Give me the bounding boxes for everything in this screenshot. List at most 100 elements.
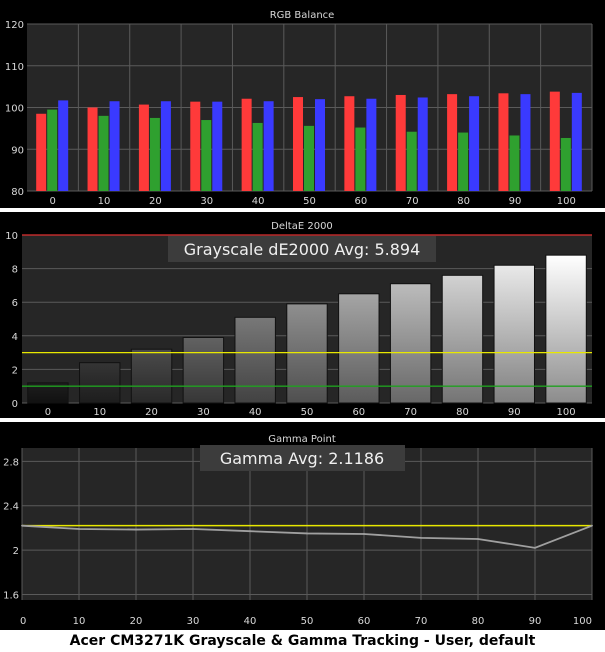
gamma-x-tick-label: 0: [20, 616, 26, 627]
rgb-bar-blue: [263, 101, 274, 191]
deltae-x-tick-label: 0: [45, 407, 51, 418]
rgb-x-tick-label: 60: [354, 196, 367, 207]
deltae-x-tick-label: 60: [352, 407, 365, 418]
rgb-x-tick-label: 90: [509, 196, 522, 207]
deltae-bar: [493, 264, 535, 404]
rgb-bar-red: [293, 97, 303, 191]
rgb-y-tick-label: 120: [5, 20, 24, 31]
gamma-data-point: [477, 538, 479, 540]
gamma-data-point: [363, 533, 365, 535]
gamma-x-tick-label: 40: [244, 616, 257, 627]
gamma-x-tick-label: 60: [358, 616, 371, 627]
rgb-bar-green: [201, 120, 212, 191]
gamma-x-tick-label: 70: [415, 616, 428, 627]
rgb-x-tick-label: 0: [49, 196, 55, 207]
gamma-data-point: [534, 546, 536, 549]
rgb-bar-green: [47, 109, 58, 191]
deltae-x-tick-label: 100: [557, 407, 576, 418]
deltae-bar: [79, 362, 121, 404]
deltae-x-tick-label: 20: [145, 407, 158, 418]
deltae-bar: [389, 283, 432, 404]
rgb-x-tick-label: 70: [406, 196, 419, 207]
deltae-y-tick-label: 10: [5, 231, 18, 242]
rgb-bar-red: [87, 107, 98, 191]
rgb-bar-red: [498, 93, 509, 191]
gamma-x-tick-label: 50: [301, 616, 314, 627]
deltae-x-tick-label: 40: [249, 407, 262, 418]
rgb-bar-green: [509, 135, 520, 191]
deltae-x-tick-label: 30: [197, 407, 210, 418]
rgb-bar-blue: [366, 98, 377, 191]
deltae-y-tick-label: 2: [12, 365, 18, 376]
rgb-bar-red: [190, 101, 201, 191]
deltae-y-tick-label: 8: [12, 265, 18, 276]
rgb-bar-green: [252, 122, 263, 191]
rgb-y-tick-label: 100: [5, 104, 24, 115]
rgb-y-tick-label: 110: [5, 62, 24, 73]
deltae-bar: [286, 303, 328, 404]
gamma-x-tick-label: 90: [529, 616, 542, 627]
rgb-x-tick-label: 10: [98, 196, 111, 207]
rgb-bar-blue: [571, 92, 582, 191]
gamma-y-tick-label: 2.4: [3, 502, 19, 513]
gamma-average-annotation: Gamma Avg: 2.1186: [220, 449, 384, 468]
gamma-x-tick-label: 10: [73, 616, 86, 627]
rgb-bar-red: [447, 94, 458, 191]
deltae-x-tick-label: 80: [456, 407, 469, 418]
gamma-data-point: [249, 530, 251, 533]
gamma-data-point: [591, 524, 593, 527]
gamma-chart-title: Gamma Point: [268, 434, 336, 445]
rgb-bar-red: [36, 113, 47, 191]
deltae-bar: [441, 274, 484, 404]
rgb-bar-blue: [469, 96, 480, 191]
rgb-bar-green: [355, 127, 366, 191]
rgb-bar-red: [344, 96, 355, 191]
deltae-x-tick-label: 50: [301, 407, 314, 418]
gamma-data-point: [420, 536, 422, 539]
rgb-bar-blue: [160, 101, 171, 191]
rgb-bar-red: [395, 94, 406, 191]
deltae-y-tick-label: 6: [12, 298, 18, 309]
rgb-bar-blue: [212, 101, 223, 191]
rgb-x-tick-label: 20: [149, 196, 162, 207]
rgb-bar-red: [138, 104, 149, 191]
gamma-x-tick-label: 80: [472, 616, 485, 627]
rgb-bar-blue: [520, 94, 531, 191]
rgb-bar-green: [406, 131, 417, 191]
rgb-x-tick-label: 80: [457, 196, 470, 207]
gamma-data-point: [306, 532, 308, 535]
gamma-y-tick-label: 2.8: [3, 457, 19, 468]
rgb-bar-blue: [109, 101, 120, 191]
gamma-y-tick-label: 2: [13, 546, 19, 557]
rgb-y-tick-label: 80: [11, 187, 24, 198]
gamma-x-tick-label: 30: [187, 616, 200, 627]
rgb-bar-red: [549, 91, 560, 191]
gamma-data-point: [78, 528, 80, 530]
deltae-bar: [234, 316, 276, 404]
rgb-bar-blue: [58, 100, 69, 191]
gamma-data-point: [21, 524, 23, 527]
deltae-x-tick-label: 70: [404, 407, 417, 418]
gamma-x-tick-label: 100: [573, 616, 592, 627]
gamma-y-tick-label: 1.6: [3, 590, 19, 601]
deltae-chart-title: DeltaE 2000: [271, 221, 333, 232]
deltae-y-tick-label: 0: [12, 399, 18, 410]
gamma-data-point: [135, 528, 137, 531]
deltae-y-tick-label: 4: [12, 332, 18, 343]
deltae-x-tick-label: 90: [508, 407, 521, 418]
rgb-bar-red: [241, 98, 252, 191]
rgb-bar-green: [458, 132, 469, 191]
deltae-bar: [545, 254, 587, 404]
rgb-x-tick-label: 100: [557, 196, 576, 207]
figure-caption: Acer CM3271K Grayscale & Gamma Tracking …: [69, 633, 536, 649]
rgb-bar-blue: [315, 99, 325, 191]
rgb-y-tick-label: 90: [11, 145, 24, 156]
gamma-data-point: [192, 528, 194, 530]
gamma-x-tick-label: 20: [130, 616, 143, 627]
rgb-bar-blue: [417, 97, 428, 191]
deltae-average-annotation: Grayscale dE2000 Avg: 5.894: [184, 240, 421, 259]
chart-canvas: RGB Balance80901001101200 10 20 30 40 50 60 70 8…: [0, 0, 605, 630]
rgb-x-tick-label: 40: [252, 196, 265, 207]
rgb-bar-green: [304, 125, 314, 191]
rgb-chart-title: RGB Balance: [270, 10, 335, 21]
